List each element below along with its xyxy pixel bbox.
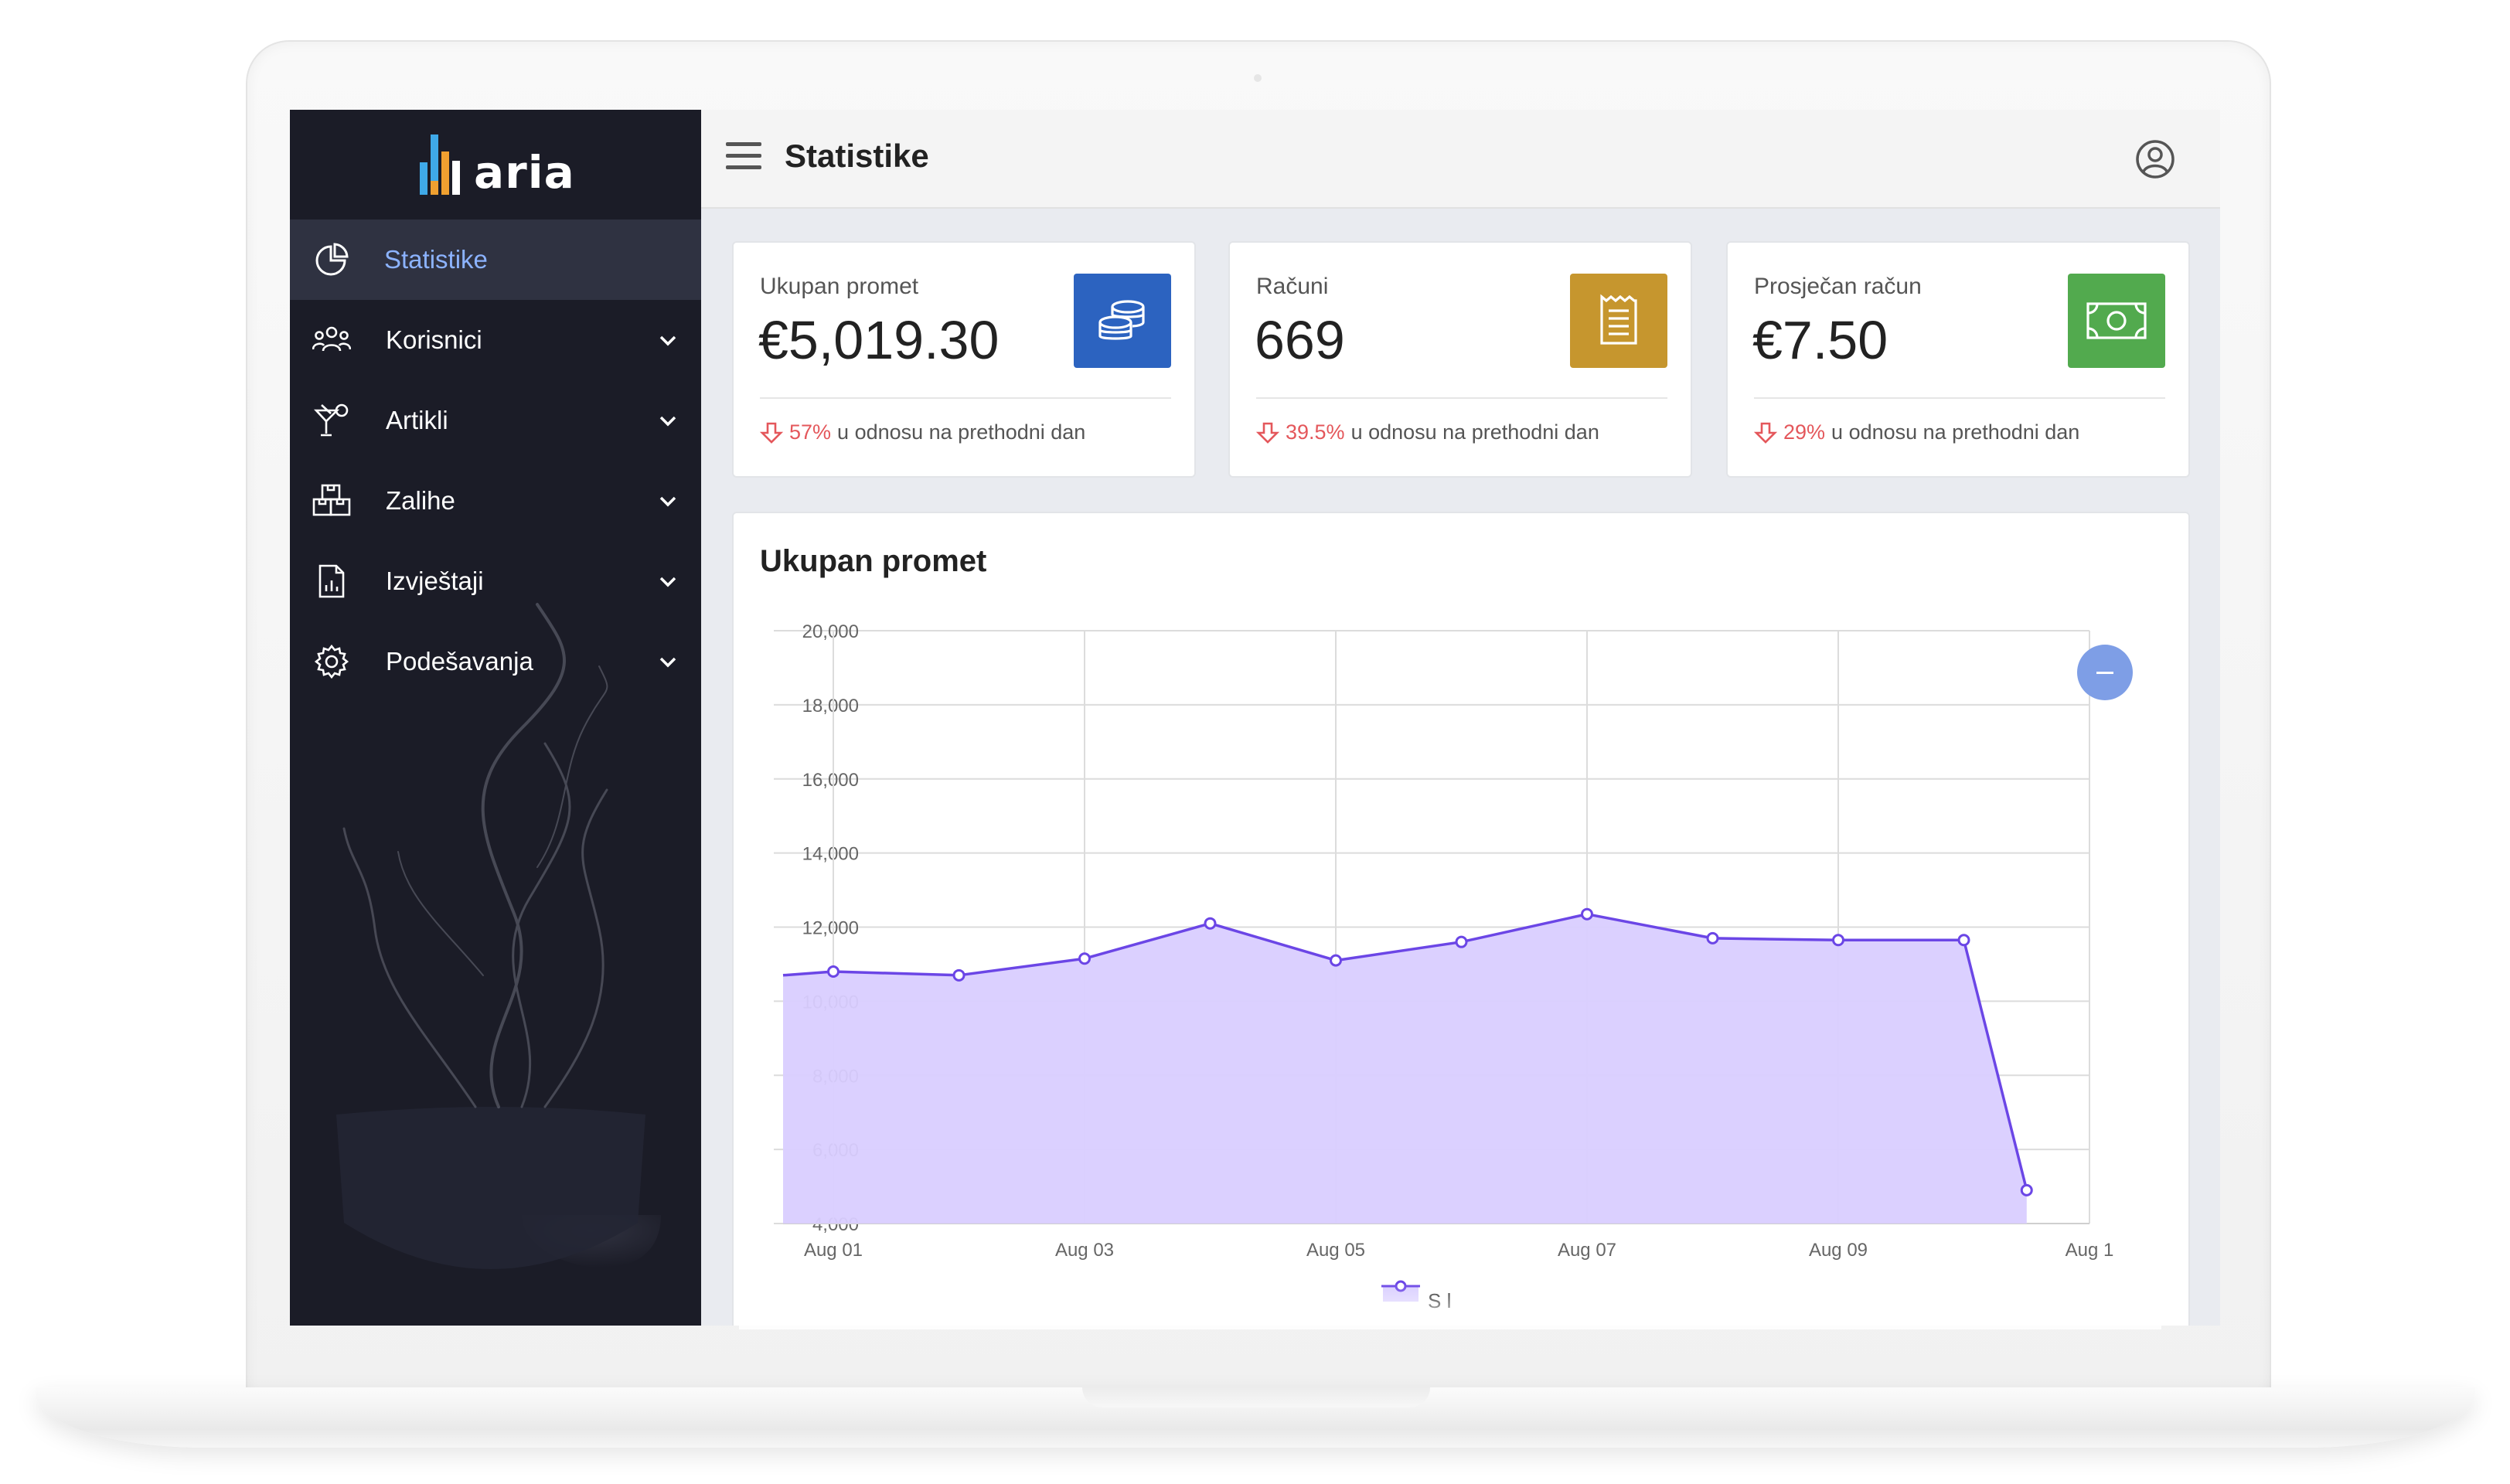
data-point [1078,952,1091,965]
y-tick-label: 12,000 [802,918,859,939]
sidebar-item-label: Izvještaji [386,567,484,595]
stat-change-text: u odnosu na prethodni dan [837,420,1086,444]
x-tick-label: Aug 1 [2066,1240,2114,1261]
stat-label: Ukupan promet [760,274,919,299]
y-tick-label: 16,000 [802,770,859,791]
users-icon [310,318,353,362]
receipt-icon [1600,294,1637,345]
stat-tile [2068,274,2165,368]
stat-change-text: u odnosu na prethodni dan [1831,420,2080,444]
sidebar-item-statistike[interactable]: Statistike [290,220,701,300]
data-point [827,965,840,979]
x-tick-label: Aug 07 [1558,1240,1616,1261]
aria-logo[interactable]: aria [420,130,575,195]
app-screen: aria Statistike Korisnici Artikli Zalihe… [290,110,2220,1326]
stat-card-average-receipt: Prosječan račun €7.50 29% u odnosu na pr… [1726,241,2190,478]
screen-bottom-fade [739,1283,2161,1329]
camera-dot [1254,74,1262,82]
sidebar: aria Statistike Korisnici Artikli Zalihe… [290,110,701,1326]
chevron-down-icon [659,577,676,587]
stat-card-total-turnover: Ukupan promet €5,019.30 57% u odnosu na … [732,241,1196,478]
sidebar-item-zalihe[interactable]: Zalihe [290,461,701,541]
chart-card-total-turnover: Ukupan promet 20,000 18,000 16,000 14,000 12… [732,512,2190,1326]
stat-change-percent: 29% [1783,420,1826,444]
stat-change: 57% u odnosu na prethodni dan [760,420,1085,444]
stat-divider [1256,397,1667,399]
stat-label: Prosječan račun [1754,274,1922,299]
stat-divider [760,397,1171,399]
x-tick-label: Aug 01 [804,1240,863,1261]
logo-bars-icon [420,134,469,195]
data-point [1706,931,1719,945]
stat-value: €5,019.30 [758,310,1000,370]
gear-icon [310,640,353,683]
stat-label: Računi [1256,274,1329,299]
data-point [1330,954,1342,967]
sidebar-item-izvjestaji[interactable]: Izvještaji [290,541,701,621]
page-title: Statistike [785,138,929,174]
stat-change-percent: 57% [789,420,832,444]
chart-zoom-reset-button[interactable] [2077,645,2133,700]
stat-divider [1754,397,2165,399]
main-content: Ukupan promet €5,019.30 57% u odnosu na … [701,210,2220,1326]
data-point [1957,934,1970,947]
stat-change: 29% u odnosu na prethodni dan [1754,420,2079,444]
cocktail-icon [310,399,353,442]
sidebar-item-label: Podešavanja [386,647,533,676]
sidebar-item-artikli[interactable]: Artikli [290,380,701,461]
stat-value: 669 [1255,310,1345,370]
sidebar-item-podesavanja[interactable]: Podešavanja [290,621,701,702]
pie-chart-icon [310,238,353,281]
stat-value: €7.50 [1752,310,1888,370]
top-bar: Statistike [701,110,2220,209]
x-tick-label: Aug 05 [1306,1240,1365,1261]
laptop-base-notch [1082,1387,1430,1407]
data-point [1581,907,1593,921]
sidebar-item-label: Artikli [386,406,448,434]
stat-change-text: u odnosu na prethodni dan [1350,420,1599,444]
arrow-down-icon [760,422,783,444]
chevron-down-icon [659,335,676,346]
series-area-fill [783,914,2027,1224]
y-tick-label: 20,000 [802,621,859,642]
menu-icon[interactable] [726,142,761,173]
logo-text: aria [474,146,575,199]
sidebar-item-label: Korisnici [386,325,482,354]
chevron-down-icon [659,657,676,668]
sidebar-item-korisnici[interactable]: Korisnici [290,300,701,380]
data-point [1204,917,1217,930]
arrow-down-icon [1754,422,1777,444]
chevron-down-icon [659,496,676,507]
chevron-down-icon [659,416,676,427]
x-tick-label: Aug 09 [1809,1240,1868,1261]
report-icon [310,560,353,603]
turnover-area-chart[interactable]: 20,00018,00016,00014,00012,00010,0008,00… [734,513,2192,1326]
data-point [1455,935,1468,948]
sidebar-nav: Statistike Korisnici Artikli Zalihe Izvj… [290,220,701,702]
sidebar-item-label: Statistike [384,245,488,274]
data-point [1832,934,1844,947]
data-point [952,968,966,982]
y-tick-label: 14,000 [802,844,859,865]
boxes-icon [310,479,353,522]
arrow-down-icon [1256,422,1279,444]
data-point [2020,1183,2033,1196]
stat-tile [1074,274,1171,368]
y-tick-label: 18,000 [802,696,859,716]
stat-change: 39.5% u odnosu na prethodni dan [1256,420,1599,444]
sidebar-item-label: Zalihe [386,486,455,515]
stat-tile [1570,274,1667,368]
x-tick-label: Aug 03 [1055,1240,1114,1261]
banknote-icon [2086,302,2147,339]
coins-icon [1098,300,1145,340]
stat-card-receipts: Računi 669 39.5% u odnosu na prethodni d… [1228,241,1692,478]
stat-change-percent: 39.5% [1286,420,1345,444]
user-account-icon[interactable] [2134,138,2177,181]
